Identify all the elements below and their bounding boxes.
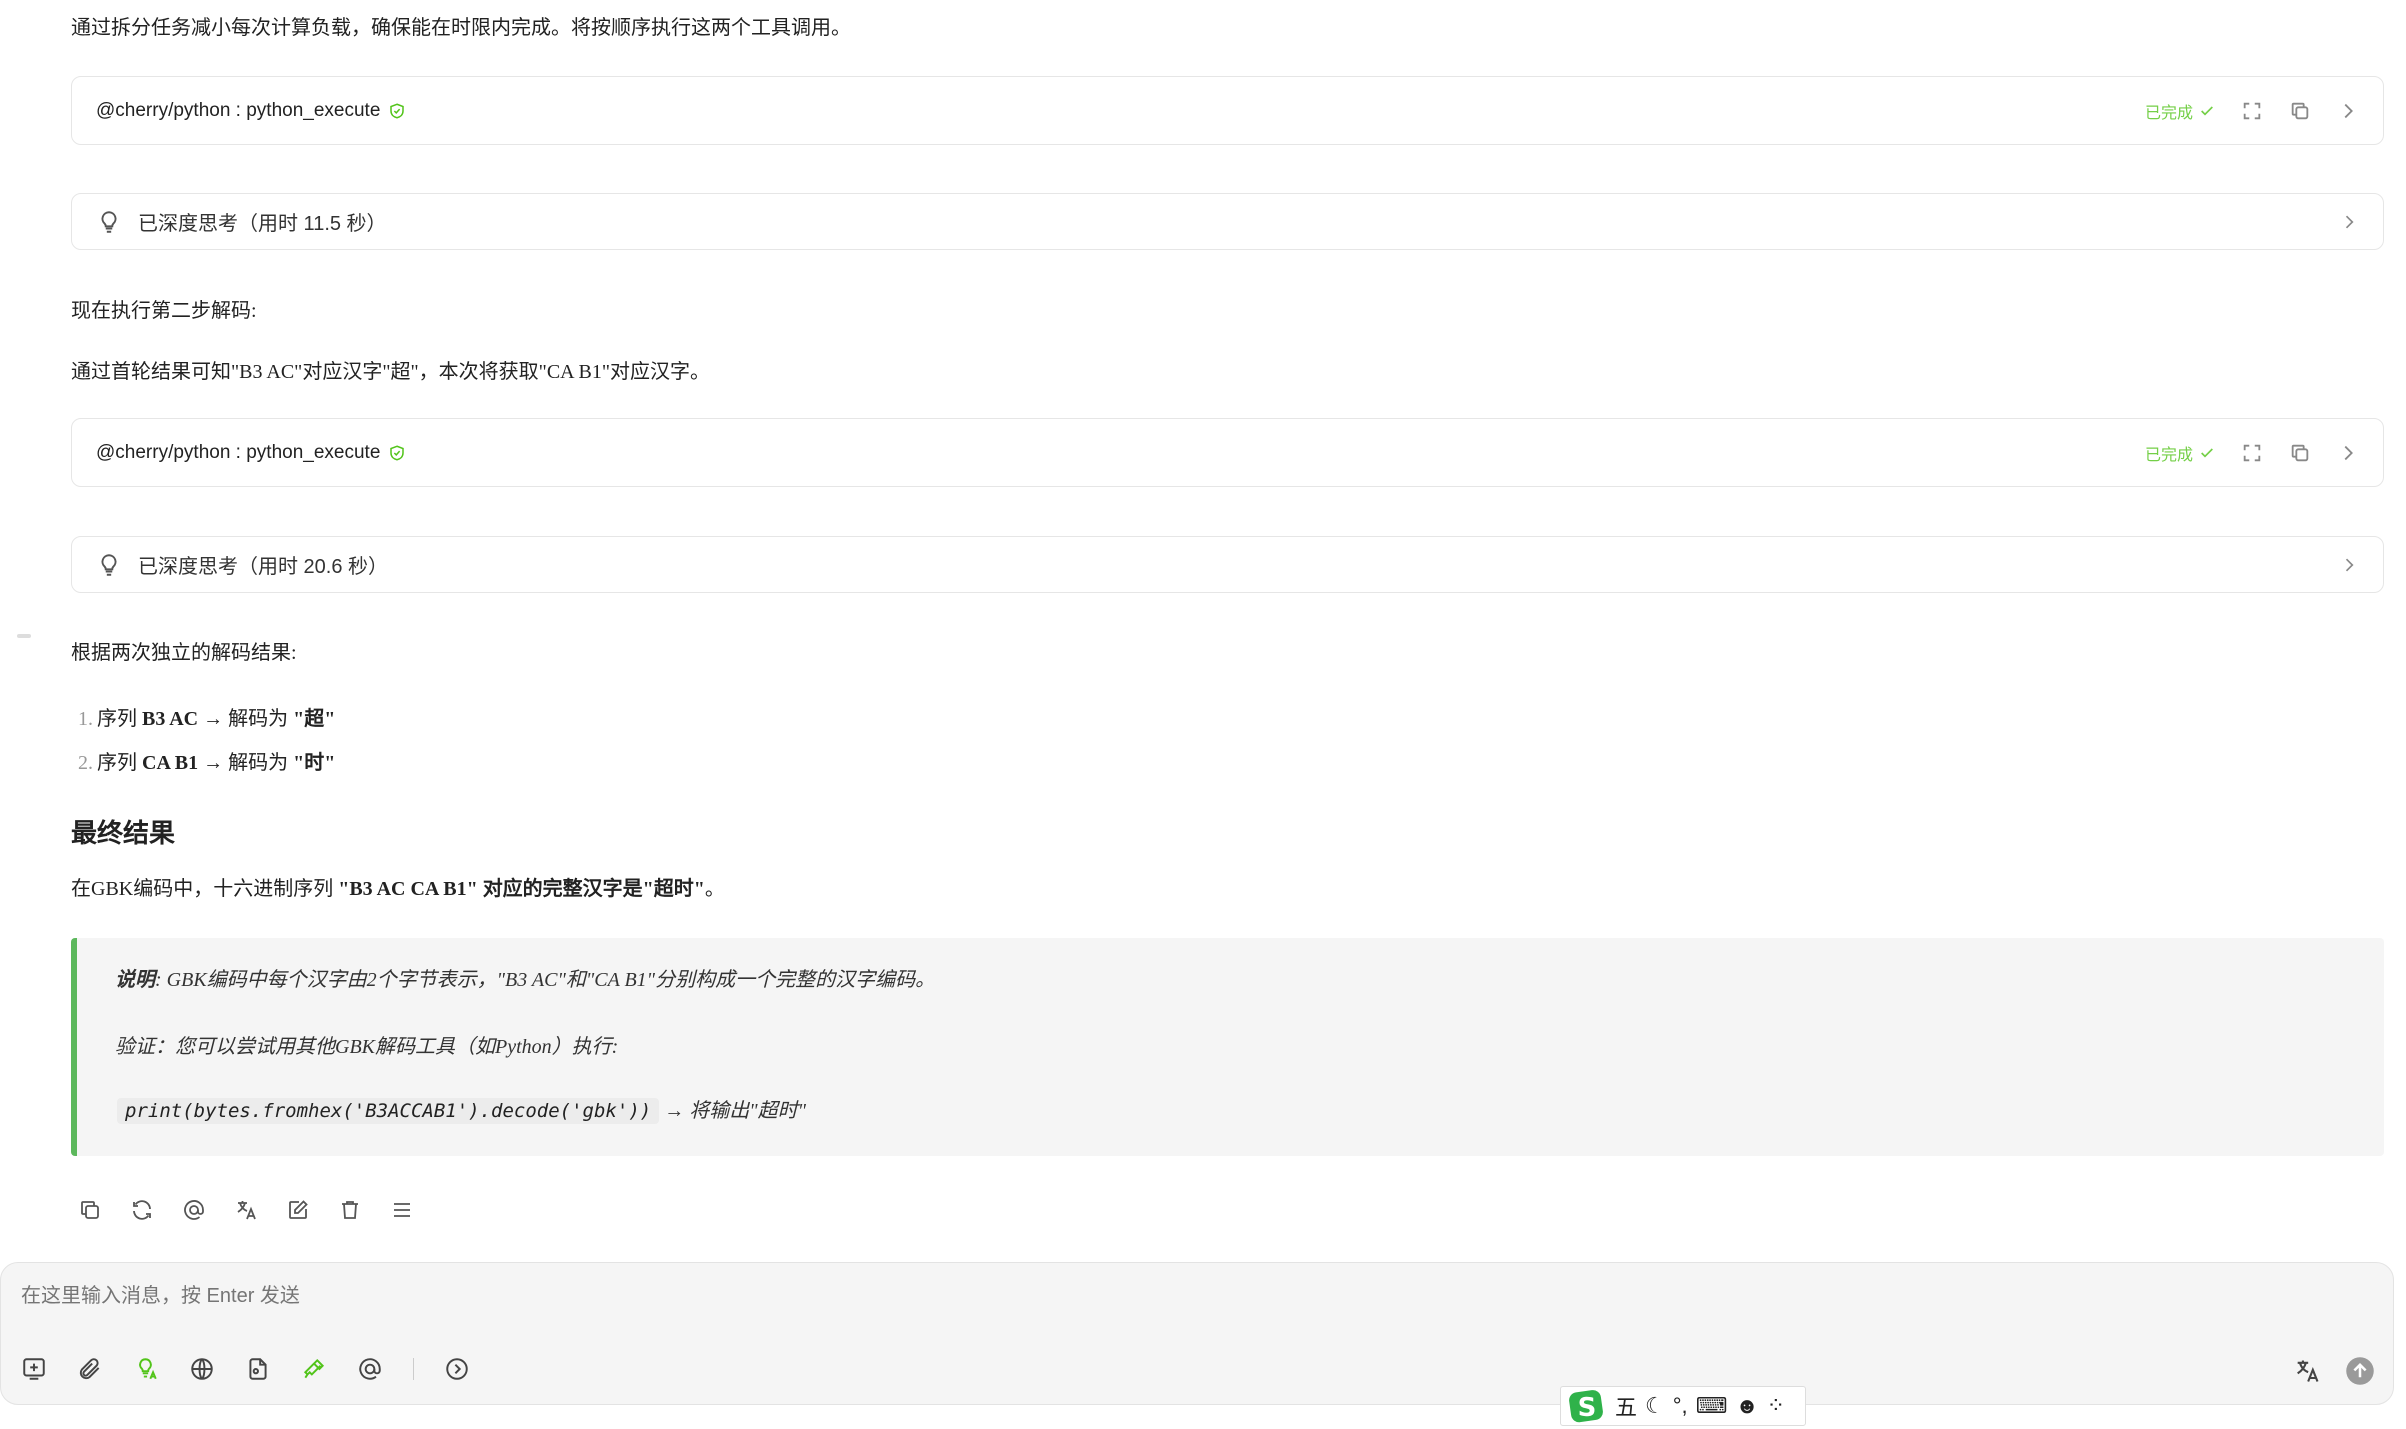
intro-text: 通过拆分任务减小每次计算负载，确保能在时限内完成。将按顺序执行这两个工具调用。 [71,17,851,39]
copy-icon[interactable] [2289,100,2311,122]
quote-note: 说明: GBK编码中每个汉字由2个字节表示，"B3 AC"和"CA B1"分别构… [115,969,936,991]
message-actions [78,1198,414,1222]
mcp-tools-icon[interactable] [301,1356,327,1382]
apps-icon[interactable]: ⁘ [1767,1393,1785,1419]
web-search-icon[interactable] [189,1356,215,1382]
expand-icon[interactable] [2241,100,2263,122]
chevron-right-icon[interactable] [2339,555,2359,575]
user-icon[interactable]: ☻ [1735,1393,1758,1419]
chat-input-area [0,1262,2394,1405]
check-icon [2201,447,2213,458]
blockquote: 说明: GBK编码中每个汉字由2个字节表示，"B3 AC"和"CA B1"分别构… [71,938,2384,1156]
quote-code-line: print(bytes.fromhex('B3ACCAB1').decode('… [117,1094,806,1124]
tool-call-name: @cherry/python : python_execute [96,99,381,121]
ime-mode[interactable]: 五 [1615,1390,1637,1422]
keyboard-icon[interactable]: ⌨ [1696,1393,1728,1419]
results-intro: 根据两次独立的解码结果: [71,642,297,664]
shield-check-icon [390,444,405,461]
file-icon[interactable] [245,1356,271,1382]
translate-icon[interactable] [2293,1357,2321,1385]
divider [413,1358,414,1380]
mention-icon[interactable] [182,1198,206,1222]
translate-icon[interactable] [234,1198,258,1222]
check-icon [2201,105,2213,116]
ime-toolbar[interactable]: S 五 ☾ °, ⌨ ☻ ⁘ [1560,1386,1806,1426]
punctuation-icon[interactable]: °, [1673,1393,1688,1419]
thinking-label: 已深度思考（用时 11.5 秒） [138,213,387,235]
thinking-block[interactable]: 已深度思考（用时 20.6 秒） [71,536,2384,593]
input-toolbar [21,1356,470,1382]
chevron-right-icon[interactable] [2337,100,2359,122]
thinking-block[interactable]: 已深度思考（用时 11.5 秒） [71,193,2384,250]
chevron-right-icon[interactable] [2337,442,2359,464]
quote-verify: 验证：您可以尝试用其他GBK解码工具（如Python）执行: [115,1036,619,1058]
send-icon[interactable] [2345,1356,2375,1386]
expand-icon[interactable] [444,1356,470,1382]
lightbulb-icon [101,210,117,233]
attach-icon[interactable] [77,1356,103,1382]
message-input[interactable] [21,1285,1821,1308]
mention-icon[interactable] [357,1356,383,1382]
moon-icon[interactable]: ☾ [1645,1393,1665,1419]
scroll-marker [17,634,31,638]
delete-icon[interactable] [338,1198,362,1222]
shield-check-icon [390,102,405,119]
edit-icon[interactable] [286,1198,310,1222]
knowledge-icon[interactable] [133,1356,159,1382]
new-topic-icon[interactable] [21,1356,47,1382]
lightbulb-icon [101,553,117,576]
tool-call-name: @cherry/python : python_execute [96,441,381,463]
copy-icon[interactable] [2289,442,2311,464]
chevron-right-icon[interactable] [2339,212,2359,232]
results-list: 1. 序列 B3 AC → 解码为 "超" 2. 序列 CA B1 → 解码为 "时… [78,697,335,785]
copy-icon[interactable] [78,1198,102,1222]
status-badge: 已完成 [2145,441,2215,465]
inline-code: print(bytes.fromhex('B3ACCAB1').decode('… [117,1098,660,1124]
list-item: 1. 序列 B3 AC → 解码为 "超" [78,708,336,730]
svg-text:S: S [1578,1393,1597,1423]
final-heading: 最终结果 [71,819,176,848]
step2-detail: 通过首轮结果可知"B3 AC"对应汉字"超"，本次将获取"CA B1"对应汉字。 [71,361,711,383]
tool-call-card[interactable]: @cherry/python : python_execute 已完成 [71,418,2384,487]
status-badge: 已完成 [2145,99,2215,123]
menu-icon[interactable] [390,1198,414,1222]
expand-icon[interactable] [2241,442,2263,464]
tool-call-card[interactable]: @cherry/python : python_execute 已完成 [71,76,2384,145]
list-item: 2. 序列 CA B1 → 解码为 "时" [78,752,336,774]
input-right-tools [2293,1356,2375,1386]
step2-title: 现在执行第二步解码: [71,300,257,322]
final-result-text: 在GBK编码中，十六进制序列 "B3 AC CA B1" 对应的完整汉字是"超时… [71,878,725,900]
refresh-icon[interactable] [130,1198,154,1222]
sogou-logo-icon: S [1569,1390,1603,1423]
thinking-label: 已深度思考（用时 20.6 秒） [138,556,389,578]
